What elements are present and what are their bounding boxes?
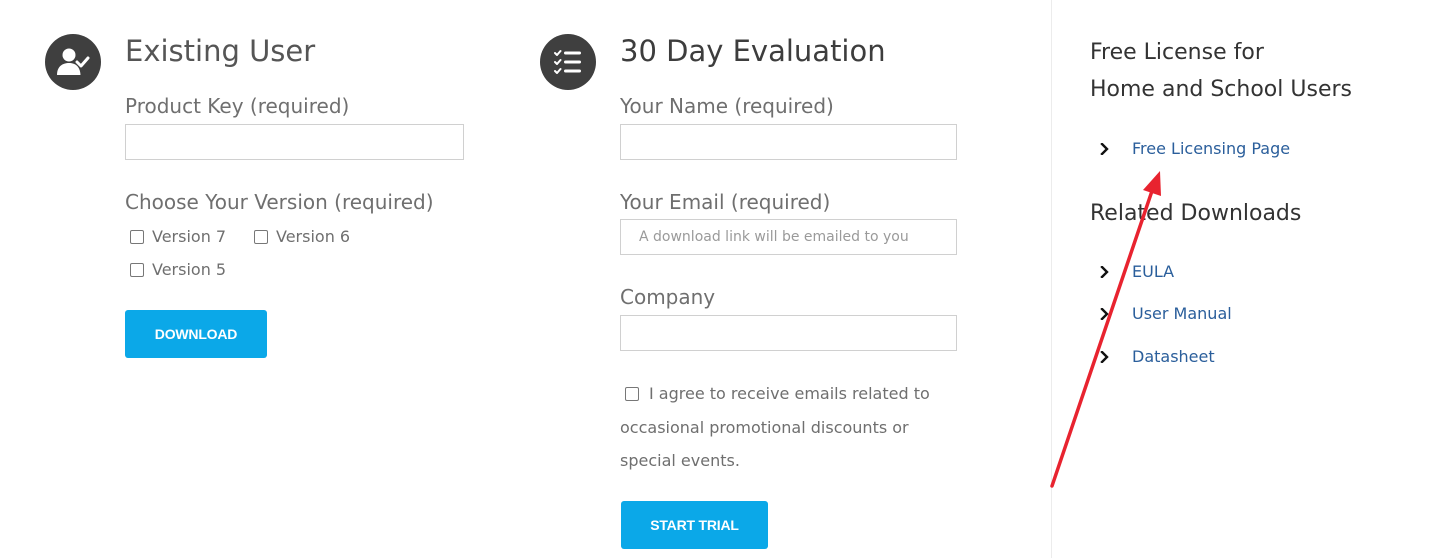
version-label: Choose Your Version (required) (125, 190, 434, 214)
existing-user-heading: Existing User (125, 34, 316, 68)
version-7-checkbox[interactable] (130, 229, 144, 244)
version-6-checkbox[interactable] (254, 229, 268, 244)
version-5-label: Version 5 (152, 260, 227, 279)
datasheet-link-item[interactable]: Datasheet (1100, 347, 1215, 366)
email-input[interactable] (620, 219, 957, 255)
datasheet-link[interactable]: Datasheet (1132, 347, 1215, 366)
free-license-title-line1: Free License for (1090, 40, 1264, 65)
email-label: Your Email (required) (620, 190, 831, 214)
user-manual-link[interactable]: User Manual (1132, 304, 1232, 323)
user-manual-link-item[interactable]: User Manual (1100, 304, 1232, 323)
column-divider (1051, 0, 1052, 558)
version-6-option[interactable]: Version 6 (254, 227, 350, 246)
eula-link-item[interactable]: EULA (1100, 262, 1174, 281)
download-button[interactable]: DOWNLOAD (125, 310, 267, 358)
version-5-checkbox[interactable] (130, 262, 144, 277)
eula-link[interactable]: EULA (1132, 262, 1174, 281)
checklist-icon (540, 34, 596, 90)
free-licensing-link[interactable]: Free Licensing Page (1132, 139, 1290, 158)
company-input[interactable] (620, 315, 957, 351)
version-7-label: Version 7 (152, 227, 227, 246)
user-check-icon (45, 34, 101, 90)
related-downloads-title: Related Downloads (1090, 201, 1302, 226)
version-6-label: Version 6 (276, 227, 351, 246)
name-input[interactable] (620, 124, 957, 160)
version-5-option[interactable]: Version 5 (130, 260, 226, 279)
free-license-title-line2: Home and School Users (1090, 77, 1352, 102)
name-label: Your Name (required) (620, 94, 834, 118)
agree-text: I agree to receive emails related to occ… (620, 384, 930, 470)
free-licensing-link-item[interactable]: Free Licensing Page (1100, 139, 1290, 158)
product-key-label: Product Key (required) (125, 94, 350, 118)
product-key-input[interactable] (125, 124, 464, 160)
version-7-option[interactable]: Version 7 (130, 227, 226, 246)
company-label: Company (620, 285, 716, 309)
free-license-title: Free License for Home and School Users (1090, 34, 1352, 108)
evaluation-heading: 30 Day Evaluation (620, 34, 886, 68)
start-trial-button[interactable]: START TRIAL (621, 501, 768, 549)
